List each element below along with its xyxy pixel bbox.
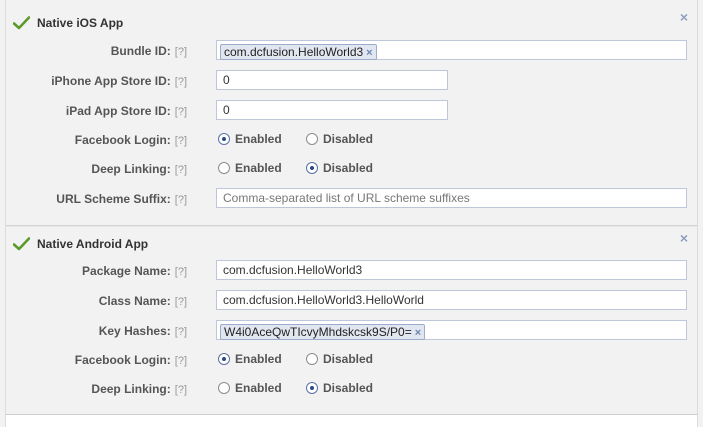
ios-facebook-login-row: Facebook Login: [?] Enabled Disabled (6, 129, 697, 151)
bundle-id-label: Bundle ID: (110, 44, 171, 58)
url-scheme-suffix-input[interactable]: Comma-separated list of URL scheme suffi… (216, 188, 687, 208)
ios-deep-linking-enabled-radio[interactable]: Enabled (218, 161, 282, 175)
bundle-id-row: Bundle ID: [?] com.dcfusion.HelloWorld3 × (6, 40, 697, 62)
close-icon[interactable]: × (678, 10, 690, 24)
url-scheme-suffix-row: URL Scheme Suffix: [?] Comma-separated li… (6, 188, 697, 210)
android-deep-linking-radios: Enabled Disabled (218, 378, 518, 400)
ios-deep-linking-row: Deep Linking: [?] Enabled Disabled (6, 158, 697, 180)
android-facebook-login-radios: Enabled Disabled (218, 349, 518, 371)
radio-label: Enabled (235, 132, 282, 146)
ios-panel-header: Native iOS App (13, 14, 123, 32)
check-icon (13, 16, 30, 30)
help-link[interactable]: [?] (175, 326, 187, 338)
help-link[interactable]: [?] (175, 135, 187, 147)
bundle-id-token: com.dcfusion.HelloWorld3 × (220, 44, 377, 60)
radio-unselected-icon (306, 133, 318, 145)
remove-token-icon[interactable]: × (366, 47, 372, 59)
url-scheme-suffix-label: URL Scheme Suffix: (56, 192, 171, 206)
help-link[interactable]: [?] (175, 194, 187, 206)
android-panel-header: Native Android App (13, 235, 148, 253)
radio-selected-icon (306, 162, 318, 174)
radio-label: Enabled (235, 161, 282, 175)
android-deep-linking-disabled-radio[interactable]: Disabled (306, 381, 373, 395)
radio-unselected-icon (218, 382, 230, 394)
key-hash-token: W4i0AceQwTIcvyMhdskcsk9S/P0= × (220, 324, 426, 340)
android-deep-linking-enabled-radio[interactable]: Enabled (218, 381, 282, 395)
package-name-row: Package Name: [?] com.dcfusion.HelloWorld… (6, 260, 697, 282)
android-app-panel: Native Android App × Package Name: [?] co… (5, 226, 698, 415)
deep-linking-label: Deep Linking: (91, 162, 171, 176)
check-icon (13, 237, 30, 251)
help-link[interactable]: [?] (175, 46, 187, 58)
radio-label: Disabled (323, 352, 374, 366)
bundle-id-input[interactable]: com.dcfusion.HelloWorld3 × (216, 40, 687, 60)
iphone-store-id-row: iPhone App Store ID: [?] 0 (6, 70, 697, 92)
package-name-label: Package Name: (82, 264, 171, 278)
android-panel-title: Native Android App (37, 237, 149, 251)
android-facebook-login-enabled-radio[interactable]: Enabled (218, 352, 282, 366)
radio-label: Enabled (235, 352, 282, 366)
help-link[interactable]: [?] (175, 355, 187, 367)
help-link[interactable]: [?] (175, 76, 187, 88)
android-facebook-login-disabled-radio[interactable]: Disabled (306, 352, 373, 366)
package-name-input[interactable]: com.dcfusion.HelloWorld3 (216, 260, 687, 280)
ios-facebook-login-enabled-radio[interactable]: Enabled (218, 132, 282, 146)
key-hashes-input[interactable]: W4i0AceQwTIcvyMhdskcsk9S/P0= × (216, 320, 687, 340)
ios-deep-linking-radios: Enabled Disabled (218, 158, 518, 180)
ipad-store-id-row: iPad App Store ID: [?] 0 (6, 100, 697, 122)
deep-linking-label: Deep Linking: (91, 382, 171, 396)
radio-label: Disabled (323, 132, 374, 146)
radio-label: Disabled (323, 381, 374, 395)
radio-unselected-icon (218, 162, 230, 174)
ios-app-panel: Native iOS App × Bundle ID: [?] com.dcfus… (5, 0, 698, 226)
android-deep-linking-row: Deep Linking: [?] Enabled Disabled (6, 378, 697, 400)
class-name-input[interactable]: com.dcfusion.HelloWorld3.HelloWorld (216, 290, 687, 310)
radio-selected-icon (306, 382, 318, 394)
iphone-store-id-input[interactable]: 0 (216, 70, 448, 90)
radio-selected-icon (218, 133, 230, 145)
token-text: W4i0AceQwTIcvyMhdskcsk9S/P0= (224, 325, 412, 339)
ios-panel-title: Native iOS App (37, 16, 124, 30)
android-facebook-login-row: Facebook Login: [?] Enabled Disabled (6, 349, 697, 371)
radio-label: Enabled (235, 381, 282, 395)
facebook-login-label: Facebook Login: (74, 353, 171, 367)
ipad-store-id-label: iPad App Store ID: (65, 104, 171, 118)
help-link[interactable]: [?] (175, 384, 187, 396)
class-name-label: Class Name: (98, 294, 171, 308)
remove-token-icon[interactable]: × (415, 327, 421, 339)
ios-facebook-login-disabled-radio[interactable]: Disabled (306, 132, 373, 146)
help-link[interactable]: [?] (175, 164, 187, 176)
ipad-store-id-input[interactable]: 0 (216, 100, 448, 120)
iphone-store-id-label: iPhone App Store ID: (51, 74, 171, 88)
key-hashes-label: Key Hashes: (98, 324, 171, 338)
close-icon[interactable]: × (678, 231, 690, 245)
help-link[interactable]: [?] (175, 266, 187, 278)
radio-unselected-icon (306, 353, 318, 365)
token-text: com.dcfusion.HelloWorld3 (224, 45, 364, 59)
help-link[interactable]: [?] (175, 296, 187, 308)
radio-selected-icon (218, 353, 230, 365)
key-hashes-row: Key Hashes: [?] W4i0AceQwTIcvyMhdskcsk9S/… (6, 320, 697, 342)
class-name-row: Class Name: [?] com.dcfusion.HelloWorld3.… (6, 290, 697, 312)
help-link[interactable]: [?] (175, 106, 187, 118)
ios-deep-linking-disabled-radio[interactable]: Disabled (306, 161, 373, 175)
facebook-login-label: Facebook Login: (74, 133, 171, 147)
ios-facebook-login-radios: Enabled Disabled (218, 129, 518, 151)
radio-label: Disabled (323, 161, 374, 175)
